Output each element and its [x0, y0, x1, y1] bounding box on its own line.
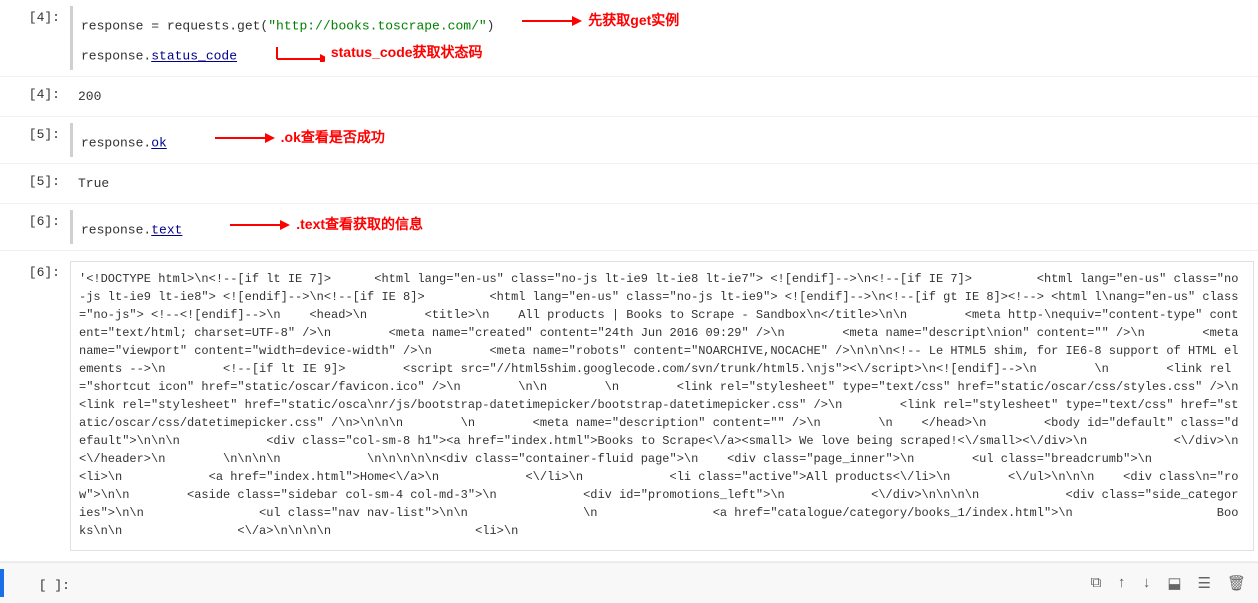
- cell-6-input-number: [6]:: [0, 210, 70, 229]
- cell-5-output: [5]: True: [0, 164, 1258, 204]
- cell-6-output: [6]: '<!DOCTYPE html>\n<!--[if lt IE 7]>…: [0, 251, 1258, 562]
- annotation-get: 先获取get实例: [588, 10, 679, 31]
- empty-cell-number: [ ]:: [10, 574, 80, 593]
- cell-6-output-number: [6]:: [0, 257, 70, 555]
- output-200: 200: [78, 87, 1250, 106]
- cell-4-output-number: [4]:: [0, 83, 70, 102]
- copy-icon[interactable]: ⧉: [1091, 574, 1102, 592]
- move-up-icon[interactable]: ↑: [1117, 575, 1126, 592]
- save-icon[interactable]: ⬓: [1167, 574, 1181, 593]
- code-line-1: response = requests.get("http://books.to…: [81, 10, 1250, 36]
- cell-6-input: [6]: response.text .text查看获取的信息: [0, 204, 1258, 251]
- cell-4-output: [4]: 200: [0, 77, 1258, 117]
- cell-6-output-block[interactable]: '<!DOCTYPE html>\n<!--[if lt IE 7]> <htm…: [70, 261, 1254, 551]
- notebook: [4]: response = requests.get("http://boo…: [0, 0, 1258, 603]
- empty-cell: [ ]: ⧉ ↑ ↓ ⬓ ☰ 🗑: [0, 562, 1258, 603]
- align-icon[interactable]: ☰: [1198, 574, 1211, 593]
- cell-6-input-content: response.text .text查看获取的信息: [70, 210, 1258, 244]
- active-cell-indicator: [0, 569, 4, 597]
- move-down-icon[interactable]: ↓: [1142, 575, 1151, 592]
- empty-cell-number-label: [ ]:: [39, 578, 70, 593]
- arrow-1-svg: [522, 12, 582, 30]
- cell-4-output-content: 200: [70, 83, 1258, 110]
- code-string-url: "http://books.toscrape.com/": [268, 19, 486, 34]
- code-text-line: response.text .text查看获取的信息: [81, 214, 1250, 240]
- cell-4-input: [4]: response = requests.get("http://boo…: [0, 0, 1258, 77]
- cell-4-input-content: response = requests.get("http://books.to…: [70, 6, 1258, 70]
- cell-5-input-content: response.ok .ok查看是否成功: [70, 123, 1258, 157]
- annotation-status-code: status_code获取状态码: [331, 42, 483, 63]
- annotation-text: .text查看获取的信息: [296, 214, 423, 235]
- delete-icon[interactable]: 🗑: [1227, 574, 1246, 593]
- output-true: True: [78, 174, 1250, 193]
- code-ok-attr: ok: [151, 136, 167, 151]
- code-ok-line: response.ok .ok查看是否成功: [81, 127, 1250, 153]
- cell-5-input: [5]: response.ok .ok查看是否成功: [0, 117, 1258, 164]
- cell-6-output-wrapper: '<!DOCTYPE html>\n<!--[if lt IE 7]> <htm…: [70, 257, 1258, 555]
- arrow-2-svg: [275, 44, 325, 62]
- code-line-2: response.status_code status_code获取状态码: [81, 36, 1250, 66]
- cell-4-input-number: [4]:: [0, 6, 70, 25]
- cell-5-input-number: [5]:: [0, 123, 70, 142]
- annotation-ok: .ok查看是否成功: [281, 127, 385, 148]
- cell-5-output-content: True: [70, 170, 1258, 197]
- code-text-attr: text: [151, 223, 182, 238]
- code-status-code: status_code: [151, 49, 237, 64]
- cell-5-output-number: [5]:: [0, 170, 70, 189]
- cell-toolbar: ⧉ ↑ ↓ ⬓ ☰ 🗑: [1091, 574, 1258, 593]
- arrow-4-svg: [230, 216, 290, 234]
- arrow-3-svg: [215, 129, 275, 147]
